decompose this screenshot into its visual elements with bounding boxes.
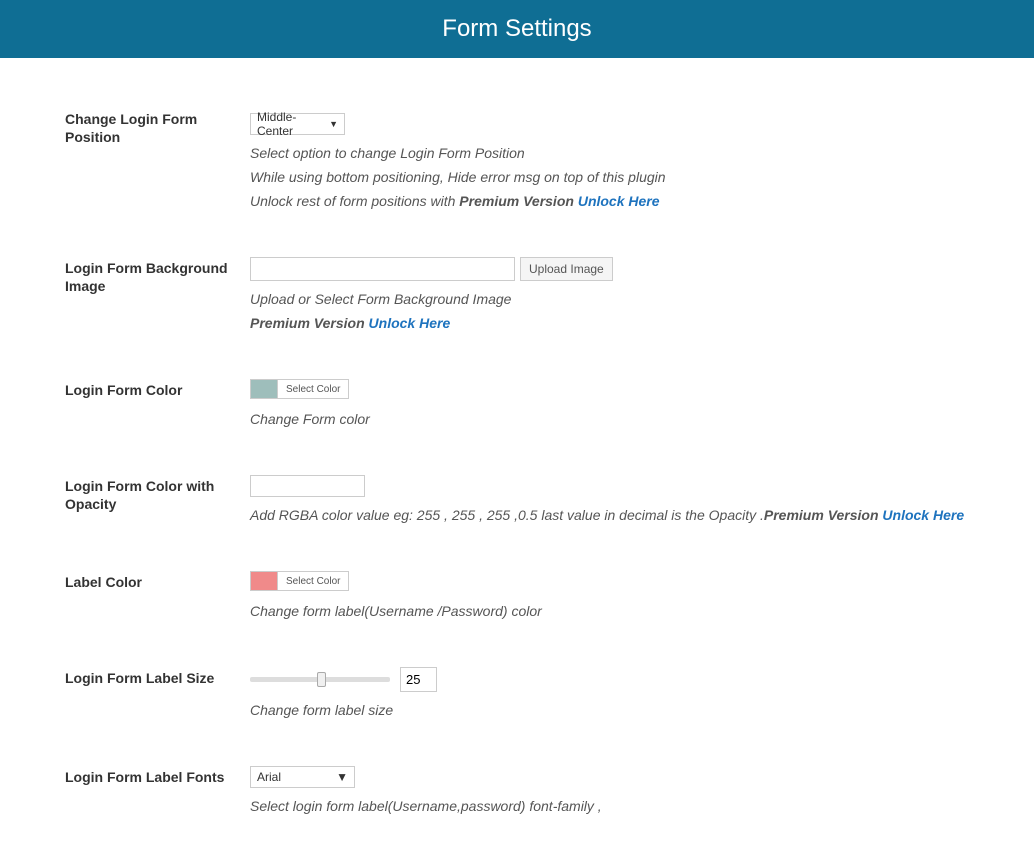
select-form-position-value: Middle-Center xyxy=(257,110,329,138)
color-picker-form[interactable]: Select Color xyxy=(250,379,349,399)
color-swatch-label xyxy=(251,572,277,590)
help-form-color-opacity: Add RGBA color value eg: 255 , 255 , 255… xyxy=(250,505,969,526)
form-content: Change Login Form Position Middle-Center… xyxy=(0,58,1034,847)
label-label-color: Label Color xyxy=(65,571,250,591)
input-rgba[interactable] xyxy=(250,475,365,497)
color-picker-label[interactable]: Select Color xyxy=(250,571,349,591)
help-bg-image: Upload or Select Form Background Image P… xyxy=(250,289,969,334)
control-form-color: Select Color Change Form color xyxy=(250,379,969,430)
row-form-color: Login Form Color Select Color Change For… xyxy=(65,379,969,430)
slider-label-size[interactable] xyxy=(250,677,390,682)
control-label-color: Select Color Change form label(Username … xyxy=(250,571,969,622)
upload-image-button[interactable]: Upload Image xyxy=(520,257,613,281)
label-label-size: Login Form Label Size xyxy=(65,667,250,687)
label-form-color: Login Form Color xyxy=(65,379,250,399)
unlock-link-opacity[interactable]: Unlock Here xyxy=(882,507,964,523)
control-label-fonts: Arial ▼ Select login form label(Username… xyxy=(250,766,969,817)
select-label-fonts[interactable]: Arial ▼ xyxy=(250,766,355,788)
help-label-fonts: Select login form label(Username,passwor… xyxy=(250,796,969,817)
help-form-color: Change Form color xyxy=(250,409,969,430)
chevron-down-icon: ▼ xyxy=(329,119,338,129)
label-form-position: Change Login Form Position xyxy=(65,108,250,146)
control-bg-image: Upload Image Upload or Select Form Backg… xyxy=(250,257,969,334)
help-form-position: Select option to change Login Form Posit… xyxy=(250,143,969,212)
row-label-size: Login Form Label Size Change form label … xyxy=(65,667,969,721)
input-label-size[interactable] xyxy=(400,667,437,692)
page-header: Form Settings xyxy=(0,0,1034,58)
label-form-color-opacity: Login Form Color with Opacity xyxy=(65,475,250,513)
select-color-button-label[interactable]: Select Color xyxy=(277,572,348,590)
page-title: Form Settings xyxy=(442,15,591,42)
row-form-color-opacity: Login Form Color with Opacity Add RGBA c… xyxy=(65,475,969,526)
unlock-link-position[interactable]: Unlock Here xyxy=(578,193,660,209)
color-swatch-form xyxy=(251,380,277,398)
control-label-size: Change form label size xyxy=(250,667,969,721)
row-label-color: Label Color Select Color Change form lab… xyxy=(65,571,969,622)
input-bg-image[interactable] xyxy=(250,257,515,281)
help-label-color: Change form label(Username /Password) co… xyxy=(250,601,969,622)
select-label-fonts-value: Arial xyxy=(257,770,281,784)
row-bg-image: Login Form Background Image Upload Image… xyxy=(65,257,969,334)
control-form-color-opacity: Add RGBA color value eg: 255 , 255 , 255… xyxy=(250,475,969,526)
select-form-position[interactable]: Middle-Center ▼ xyxy=(250,113,345,135)
row-label-fonts: Login Form Label Fonts Arial ▼ Select lo… xyxy=(65,766,969,817)
control-form-position: Middle-Center ▼ Select option to change … xyxy=(250,108,969,212)
chevron-down-icon: ▼ xyxy=(336,770,348,784)
row-form-position: Change Login Form Position Middle-Center… xyxy=(65,108,969,212)
select-color-button-form[interactable]: Select Color xyxy=(277,380,348,398)
help-label-size: Change form label size xyxy=(250,700,969,721)
label-label-fonts: Login Form Label Fonts xyxy=(65,766,250,786)
label-bg-image: Login Form Background Image xyxy=(65,257,250,295)
slider-thumb[interactable] xyxy=(317,672,326,687)
unlock-link-bgimage[interactable]: Unlock Here xyxy=(369,315,451,331)
